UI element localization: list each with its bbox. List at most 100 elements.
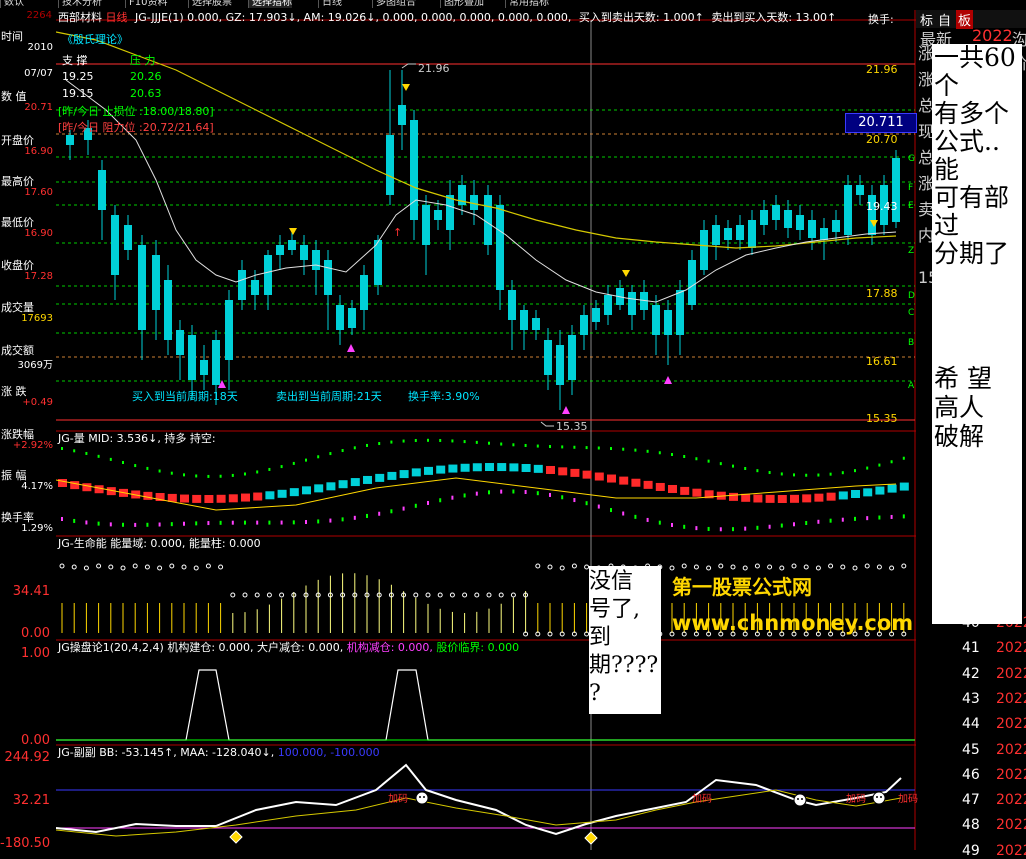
add-position-label: 加码 [388, 794, 408, 805]
smiley-eye [423, 796, 425, 798]
volume-bar [180, 494, 189, 503]
volume-bar [594, 472, 604, 481]
volume-bar [472, 463, 482, 472]
volume-dot [634, 514, 637, 519]
menu-item-3[interactable]: 选择股票 [188, 0, 232, 8]
candle-body [348, 308, 356, 328]
right-row-year[interactable]: 2022 [996, 767, 1026, 783]
chart-header: 西部材料 日线 JG-JJJE(1) 0.000, GZ: 17.903↓, A… [58, 11, 836, 24]
volume-dot [573, 498, 576, 503]
candle-body [66, 135, 74, 145]
menu-bar: 数认 技术分析 F10资料 选择股票 选择指标 日线 多图组合 图形叠加 常用指… [0, 0, 1026, 10]
volume-bar [631, 478, 641, 487]
volume-bar [302, 486, 311, 495]
right-row-year[interactable]: 2022 [996, 640, 1026, 656]
volume-bar [851, 490, 860, 499]
volume-bar [753, 494, 763, 503]
volume-bar [82, 483, 92, 492]
right-row-year[interactable]: 2022 [996, 742, 1026, 758]
volume-dot [390, 509, 393, 514]
volume-dot [768, 471, 771, 475]
right-row-number[interactable]: 42 [962, 666, 980, 682]
right-row-year[interactable]: 2022 [996, 843, 1026, 859]
menu-item-4[interactable]: 选择指标 [248, 0, 292, 8]
right-row-number[interactable]: 41 [962, 640, 980, 656]
right-row-number[interactable]: 49 [962, 843, 980, 859]
volume-bar [265, 491, 275, 500]
volume-dot [683, 524, 686, 529]
support-value-1: 19.25 [62, 70, 94, 83]
right-row-year[interactable]: 2022 [996, 716, 1026, 732]
volume-bar [509, 463, 519, 472]
right-row-number[interactable]: 44 [962, 716, 980, 732]
candle-body [700, 230, 708, 270]
smiley-eye [801, 798, 803, 800]
level-letter: B [908, 338, 915, 348]
volume-bar [241, 493, 250, 502]
volume-dot [170, 471, 173, 475]
menu-item-5[interactable]: 日线 [318, 0, 342, 8]
stock-chart-canvas[interactable]: ↑ [56, 10, 916, 850]
note-line: 到 [589, 625, 612, 650]
right-row-year[interactable]: 2022 [996, 792, 1026, 808]
volume-bar [558, 467, 568, 476]
volume-bar [741, 493, 751, 502]
right-tab-2[interactable]: 板 [956, 10, 974, 29]
menu-item-1[interactable]: 技术分析 [58, 0, 102, 8]
right-row-number[interactable]: 47 [962, 792, 980, 808]
right-row-year[interactable]: 2022 [996, 691, 1026, 707]
volume-bar [838, 491, 848, 500]
candle-body [434, 210, 442, 220]
menu-item-6[interactable]: 多图组合 [372, 0, 416, 8]
volume-dot [536, 444, 539, 448]
level-letter: A [908, 381, 915, 391]
volume-bar [289, 488, 299, 497]
volume-dot [695, 457, 698, 461]
candle-body [312, 250, 320, 270]
menu-item-8[interactable]: 常用指标 [505, 0, 549, 8]
candle-body [446, 195, 454, 230]
volume-bar [765, 494, 775, 503]
right-row-year[interactable]: 2022 [996, 666, 1026, 682]
expired-note: 没信 号了, 到期????? [589, 566, 661, 714]
right-row-year[interactable]: 2022 [996, 817, 1026, 833]
right-row-number[interactable]: 46 [962, 767, 980, 783]
volume-bar [655, 482, 665, 491]
candle-body [98, 170, 106, 210]
volume-dot [854, 469, 856, 473]
menu-item-0[interactable]: 数认 [0, 0, 24, 8]
volume-dot [122, 522, 124, 527]
quote-value: 16.90 [24, 146, 53, 157]
volume-dot [890, 514, 893, 519]
right-row-number[interactable]: 48 [962, 817, 980, 833]
candle-body [796, 215, 804, 230]
volume-dot [146, 466, 149, 470]
level-value: 19.43 [866, 200, 898, 213]
volume-dot [719, 527, 722, 532]
volume-dot [488, 441, 490, 445]
volume-dot [268, 467, 271, 471]
menu-item-7[interactable]: 图形叠加 [440, 0, 484, 8]
candle-body [820, 228, 828, 240]
volume-dot [414, 503, 417, 508]
axis-value: 32.21 [12, 793, 50, 808]
volume-bar [192, 494, 202, 503]
arrow-up-marker: ↑ [393, 226, 402, 239]
add-position-label: 加码 [898, 794, 918, 805]
volume-dot [134, 464, 137, 468]
right-row-number[interactable]: 45 [962, 742, 980, 758]
volume-dot [134, 522, 137, 527]
candle-body [760, 210, 768, 225]
operation-header: JG操盘论1(20,4,2,4) 机构建仓: 0.000, 大户减仓: 0.00… [58, 641, 519, 654]
right-row-number[interactable]: 43 [962, 691, 980, 707]
smiley-marker [415, 791, 429, 805]
life-energy-header: JG-生命能 能量域: 0.000, 能量柱: 0.000 [58, 537, 261, 550]
axis-value: 0.00 [21, 733, 50, 748]
volume-bar [399, 470, 409, 479]
volume-bar [643, 480, 653, 489]
note-line: 希 望 [934, 364, 992, 393]
level-letter: G [908, 154, 915, 164]
candle-body [225, 300, 233, 360]
menu-item-2[interactable]: F10资料 [125, 0, 167, 8]
volume-dot [207, 521, 210, 526]
